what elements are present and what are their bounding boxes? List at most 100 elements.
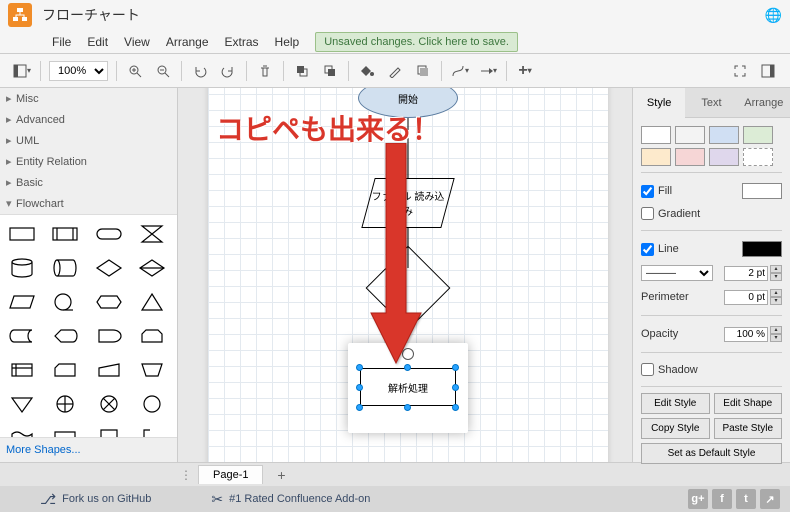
- shape-sequential[interactable]: [47, 287, 83, 317]
- fill-color-button[interactable]: [354, 58, 380, 84]
- add-page-button[interactable]: +: [269, 467, 293, 483]
- resize-handle[interactable]: [404, 404, 411, 411]
- line-color-swatch[interactable]: [742, 241, 782, 257]
- category-advanced[interactable]: ▸Advanced: [0, 109, 177, 130]
- shape-decision[interactable]: [91, 253, 127, 283]
- style-swatch[interactable]: [641, 148, 671, 166]
- set-default-style-button[interactable]: Set as Default Style: [641, 443, 782, 464]
- category-entity-relation[interactable]: ▸Entity Relation: [0, 151, 177, 172]
- page-tabs-menu-icon[interactable]: ⋮: [180, 465, 192, 485]
- menu-file[interactable]: File: [44, 33, 79, 51]
- shape-data[interactable]: [4, 287, 40, 317]
- style-swatch[interactable]: [743, 126, 773, 144]
- resize-handle[interactable]: [452, 364, 459, 371]
- line-width-down[interactable]: ▾: [770, 273, 782, 281]
- menu-help[interactable]: Help: [267, 33, 308, 51]
- edit-style-button[interactable]: Edit Style: [641, 393, 710, 414]
- menu-arrange[interactable]: Arrange: [158, 33, 217, 51]
- shape-annotation[interactable]: [134, 423, 170, 438]
- style-swatch[interactable]: [709, 148, 739, 166]
- fullscreen-button[interactable]: [727, 58, 753, 84]
- shape-manual-op[interactable]: [134, 355, 170, 385]
- style-swatch[interactable]: [675, 148, 705, 166]
- shape-preparation[interactable]: [91, 287, 127, 317]
- view-mode-button[interactable]: ▾: [9, 58, 35, 84]
- delete-button[interactable]: [252, 58, 278, 84]
- category-misc[interactable]: ▸Misc: [0, 88, 177, 109]
- node-process-selected[interactable]: 解析処理: [360, 368, 456, 406]
- page-tab-1[interactable]: Page-1: [198, 465, 263, 484]
- connection-button[interactable]: ▾: [447, 58, 473, 84]
- google-plus-icon[interactable]: g+: [688, 489, 708, 509]
- shape-sort[interactable]: [134, 253, 170, 283]
- shape-document[interactable]: [47, 423, 83, 438]
- shape-card[interactable]: [47, 355, 83, 385]
- shape-manual-input[interactable]: [91, 355, 127, 385]
- confluence-addon-link[interactable]: ✂ #1 Rated Confluence Add-on: [211, 491, 370, 508]
- line-width-up[interactable]: ▴: [770, 265, 782, 273]
- fill-checkbox[interactable]: [641, 185, 654, 198]
- twitter-icon[interactable]: t: [736, 489, 756, 509]
- opacity-down[interactable]: ▾: [770, 334, 782, 342]
- shape-direct-data[interactable]: [47, 253, 83, 283]
- shape-tape[interactable]: [4, 423, 40, 438]
- menu-view[interactable]: View: [116, 33, 158, 51]
- line-style-select[interactable]: ———: [641, 265, 713, 281]
- shape-subprocess[interactable]: [47, 219, 83, 249]
- edit-shape-button[interactable]: Edit Shape: [714, 393, 783, 414]
- tab-text[interactable]: Text: [685, 88, 737, 118]
- shape-loop-limit[interactable]: [134, 321, 170, 351]
- shape-database[interactable]: [4, 253, 40, 283]
- more-shapes-link[interactable]: More Shapes...: [0, 438, 177, 462]
- shape-off-page[interactable]: [91, 423, 127, 438]
- shape-sum[interactable]: [91, 389, 127, 419]
- resize-handle[interactable]: [356, 364, 363, 371]
- shadow-checkbox[interactable]: [641, 363, 654, 376]
- resize-handle[interactable]: [452, 404, 459, 411]
- app-logo[interactable]: [8, 3, 32, 27]
- zoom-in-button[interactable]: [122, 58, 148, 84]
- to-front-button[interactable]: [289, 58, 315, 84]
- drawing-page[interactable]: 開始 ファイル 読み込み 解析処理: [208, 88, 608, 462]
- unsaved-notice[interactable]: Unsaved changes. Click here to save.: [315, 32, 518, 52]
- shadow-button[interactable]: [410, 58, 436, 84]
- category-flowchart[interactable]: ▾Flowchart: [0, 193, 177, 214]
- shape-or[interactable]: [47, 389, 83, 419]
- share-icon[interactable]: ↗: [760, 489, 780, 509]
- style-swatch[interactable]: [675, 126, 705, 144]
- line-color-button[interactable]: [382, 58, 408, 84]
- redo-button[interactable]: [215, 58, 241, 84]
- shape-extract[interactable]: [134, 287, 170, 317]
- menu-edit[interactable]: Edit: [79, 33, 116, 51]
- category-uml[interactable]: ▸UML: [0, 130, 177, 151]
- resize-handle[interactable]: [404, 364, 411, 371]
- category-basic[interactable]: ▸Basic: [0, 172, 177, 193]
- perimeter-down[interactable]: ▾: [770, 297, 782, 305]
- shape-process[interactable]: [4, 219, 40, 249]
- tab-style[interactable]: Style: [633, 88, 685, 118]
- globe-icon[interactable]: 🌐: [765, 7, 782, 24]
- tab-arrange[interactable]: Arrange: [738, 88, 790, 118]
- shape-merge[interactable]: [4, 389, 40, 419]
- to-back-button[interactable]: [317, 58, 343, 84]
- canvas[interactable]: 開始 ファイル 読み込み 解析処理 コピペも出来る！: [178, 88, 632, 462]
- line-checkbox[interactable]: [641, 243, 654, 256]
- resize-handle[interactable]: [356, 404, 363, 411]
- shape-internal-storage[interactable]: [4, 355, 40, 385]
- node-start[interactable]: 開始: [358, 88, 458, 118]
- resize-handle[interactable]: [452, 384, 459, 391]
- format-panel-button[interactable]: [755, 58, 781, 84]
- zoom-out-button[interactable]: [150, 58, 176, 84]
- shape-terminator[interactable]: [91, 219, 127, 249]
- insert-button[interactable]: +▾: [512, 58, 538, 84]
- facebook-icon[interactable]: f: [712, 489, 732, 509]
- document-title[interactable]: フローチャート: [42, 5, 140, 25]
- zoom-select[interactable]: 100%: [49, 61, 108, 81]
- paste-style-button[interactable]: Paste Style: [714, 418, 783, 439]
- shape-delay[interactable]: [91, 321, 127, 351]
- undo-button[interactable]: [187, 58, 213, 84]
- style-swatch[interactable]: [641, 126, 671, 144]
- opacity-input[interactable]: [724, 327, 768, 342]
- waypoints-button[interactable]: ▾: [475, 58, 501, 84]
- menu-extras[interactable]: Extras: [217, 33, 267, 51]
